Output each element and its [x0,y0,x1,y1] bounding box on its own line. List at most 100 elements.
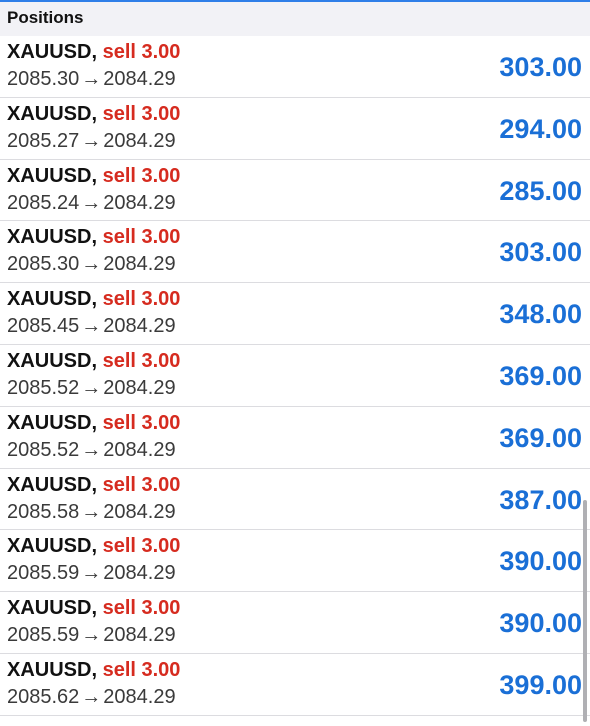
arrow-right-icon: → [81,68,102,90]
position-symbol: XAUUSD [7,597,92,620]
position-trade-type: sell 3.00 [102,41,181,63]
position-row[interactable]: XAUUSD, sell 3.00 2085.59 → 2084.29 390.00 [0,592,590,654]
arrow-right-icon: → [81,315,102,338]
position-trade-type: sell 3.00 [102,535,181,558]
position-profit: 294.00 [499,113,582,144]
arrow-right-icon: → [81,376,102,399]
position-symbol: XAUUSD [7,164,92,187]
position-profit: 390.00 [499,608,582,639]
arrow-right-icon: → [81,500,102,523]
position-prices: 2085.30 → 2084.29 [7,252,176,276]
position-title: XAUUSD, sell 3.00 [7,349,180,373]
position-title: XAUUSD, sell 3.00 [7,102,180,126]
position-separator: , [91,102,103,125]
position-prices: 2085.59 → 2084.29 [7,623,176,647]
arrow-right-icon: → [81,438,102,461]
position-symbol: XAUUSD [7,288,92,311]
open-price: 2085.45 [7,315,80,338]
position-title: XAUUSD, sell 3.00 [7,596,180,620]
position-prices: 2085.30 → 2084.29 [7,67,176,91]
current-price: 2084.29 [103,500,176,523]
position-row[interactable]: XAUUSD, sell 3.00 2085.62 → 2084.29 399.00 [0,653,590,716]
position-prices: 2085.52 → 2084.29 [7,438,176,462]
position-trade-type: sell 3.00 [102,473,181,496]
position-trade-type: sell 3.00 [102,658,181,681]
position-row[interactable]: XAUUSD, sell 3.00 2085.58 → 2084.29 387.00 [0,468,590,531]
open-price: 2085.30 [7,68,80,90]
position-title: XAUUSD, sell 3.00 [7,164,180,188]
open-price: 2085.27 [7,129,80,152]
open-price: 2085.52 [7,376,80,399]
position-separator: , [91,349,103,372]
position-separator: , [91,535,103,558]
open-price: 2085.59 [7,562,80,585]
position-symbol: XAUUSD [7,535,92,558]
position-prices: 2085.59 → 2084.29 [7,561,176,585]
position-title: XAUUSD, sell 3.00 [7,287,180,311]
position-title: XAUUSD, sell 3.00 [7,534,180,558]
position-symbol: XAUUSD [7,102,92,125]
position-profit: 285.00 [499,175,582,206]
position-symbol: XAUUSD [7,41,92,63]
positions-header: Positions [0,0,590,36]
arrow-right-icon: → [81,562,102,585]
current-price: 2084.29 [103,191,176,214]
position-title: XAUUSD, sell 3.00 [7,411,180,435]
position-separator: , [91,473,103,496]
position-row[interactable]: XAUUSD, sell 3.00 2085.24 → 2084.29 285.00 [0,159,590,222]
position-profit: 369.00 [499,360,582,391]
arrow-right-icon: → [81,624,102,647]
position-prices: 2085.24 → 2084.29 [7,191,176,215]
open-price: 2085.24 [7,191,80,214]
position-separator: , [91,226,103,249]
open-price: 2085.58 [7,500,80,523]
position-row[interactable]: XAUUSD, sell 3.00 2085.30 → 2084.29 303.00 [0,36,590,98]
position-row[interactable]: XAUUSD, sell 3.00 2085.27 → 2084.29 294.00 [0,97,590,160]
current-price: 2084.29 [103,562,176,585]
position-row[interactable]: XAUUSD, sell 3.00 2085.52 → 2084.29 369.00 [0,406,590,469]
position-trade-type: sell 3.00 [102,411,181,434]
position-symbol: XAUUSD [7,658,92,681]
position-prices: 2085.58 → 2084.29 [7,500,176,524]
position-symbol: XAUUSD [7,226,92,249]
position-trade-type: sell 3.00 [102,288,181,311]
position-trade-type: sell 3.00 [102,226,181,249]
open-price: 2085.62 [7,685,80,708]
position-symbol: XAUUSD [7,473,92,496]
position-profit: 399.00 [499,669,582,700]
position-title: XAUUSD, sell 3.00 [7,225,180,249]
current-price: 2084.29 [103,129,176,152]
position-separator: , [91,658,103,681]
position-profit: 348.00 [499,299,582,330]
position-profit: 390.00 [499,546,582,577]
position-prices: 2085.27 → 2084.29 [7,129,176,153]
arrow-right-icon: → [81,685,102,708]
position-row[interactable]: XAUUSD, sell 3.00 2085.52 → 2084.29 369.00 [0,344,590,407]
current-price: 2084.29 [103,624,176,647]
positions-list: XAUUSD, sell 3.00 2085.30 → 2084.29 303.00 XA… [0,36,590,716]
position-profit: 303.00 [499,52,582,82]
position-title: XAUUSD, sell 3.00 [7,658,180,682]
position-separator: , [91,41,103,63]
current-price: 2084.29 [103,376,176,399]
position-separator: , [91,411,103,434]
position-prices: 2085.45 → 2084.29 [7,314,176,338]
current-price: 2084.29 [103,438,176,461]
position-title: XAUUSD, sell 3.00 [7,473,180,497]
arrow-right-icon: → [81,253,102,276]
position-trade-type: sell 3.00 [102,164,181,187]
position-profit: 369.00 [499,422,582,453]
position-row[interactable]: XAUUSD, sell 3.00 2085.30 → 2084.29 303.00 [0,221,590,284]
current-price: 2084.29 [103,685,176,708]
position-profit: 303.00 [499,237,582,268]
open-price: 2085.30 [7,253,80,276]
open-price: 2085.59 [7,624,80,647]
position-separator: , [91,288,103,311]
position-separator: , [91,597,103,620]
scrollbar[interactable] [583,500,587,722]
position-symbol: XAUUSD [7,411,92,434]
position-prices: 2085.52 → 2084.29 [7,376,176,400]
position-row[interactable]: XAUUSD, sell 3.00 2085.45 → 2084.29 348.00 [0,283,590,345]
current-price: 2084.29 [103,253,176,276]
position-row[interactable]: XAUUSD, sell 3.00 2085.59 → 2084.29 390.00 [0,530,590,593]
